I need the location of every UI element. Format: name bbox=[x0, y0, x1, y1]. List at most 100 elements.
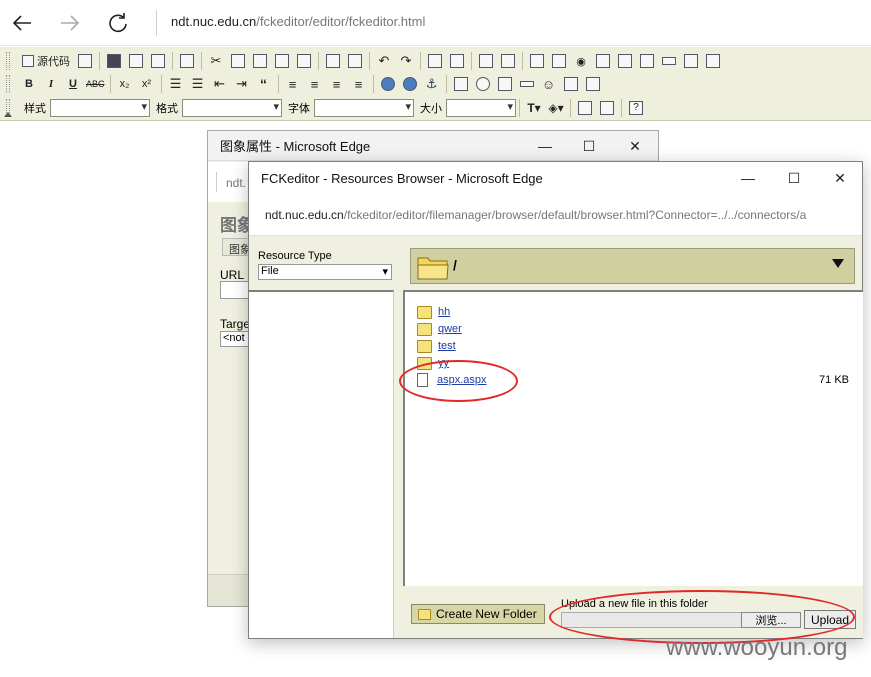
radio-button[interactable]: ◉ bbox=[570, 51, 592, 71]
smiley-button[interactable]: ☺ bbox=[538, 74, 560, 94]
paste-text-button[interactable] bbox=[271, 51, 293, 71]
table-icon bbox=[497, 77, 512, 91]
address-bar[interactable]: ndt.nuc.edu.cn/fckeditor/editor/fckedito… bbox=[171, 14, 425, 29]
toolbar-separator bbox=[621, 99, 622, 117]
select-all-button[interactable] bbox=[475, 51, 497, 71]
subscript-button[interactable]: x₂ bbox=[114, 74, 136, 94]
horizontal-rule-icon bbox=[519, 81, 534, 87]
style-select[interactable] bbox=[50, 99, 150, 117]
align-right-button[interactable]: ≡ bbox=[326, 74, 348, 94]
link-button[interactable] bbox=[377, 74, 399, 94]
close-icon[interactable]: ✕ bbox=[817, 163, 863, 193]
forward-icon[interactable] bbox=[57, 10, 83, 36]
copy-button[interactable] bbox=[227, 51, 249, 71]
image-icon bbox=[453, 77, 468, 91]
special-char-button[interactable] bbox=[560, 74, 582, 94]
form-button[interactable] bbox=[526, 51, 548, 71]
spellcheck-icon bbox=[348, 54, 362, 68]
resource-type-select[interactable]: File bbox=[258, 264, 392, 280]
paste-button[interactable] bbox=[249, 51, 271, 71]
new-page-button[interactable] bbox=[125, 51, 147, 71]
select-field-button[interactable] bbox=[636, 51, 658, 71]
minimize-icon[interactable]: — bbox=[522, 131, 568, 161]
preview-button[interactable] bbox=[147, 51, 169, 71]
table-button[interactable] bbox=[494, 74, 516, 94]
list-item[interactable]: qwer bbox=[417, 321, 857, 337]
about-button[interactable]: ? bbox=[625, 98, 647, 118]
bold-button[interactable]: B bbox=[18, 74, 40, 94]
font-select[interactable] bbox=[314, 99, 414, 117]
undo-button[interactable]: ↶ bbox=[373, 51, 395, 71]
hidden-field-button[interactable] bbox=[702, 51, 724, 71]
minimize-icon[interactable]: — bbox=[725, 163, 771, 193]
superscript-button[interactable]: x² bbox=[136, 74, 158, 94]
strike-button[interactable]: ABC bbox=[84, 74, 107, 94]
horizontal-rule-button[interactable] bbox=[516, 74, 538, 94]
target-select[interactable]: <not bbox=[220, 331, 250, 347]
text-color-button[interactable]: T▾ bbox=[523, 98, 545, 118]
browser-bar: ndt.nuc.edu.cn/fckeditor/editor/fckedito… bbox=[0, 0, 871, 46]
toolbar-row-2: B I U ABC x₂ x² ☰ ☰ ⇤ ⇥ “ ≡ ≡ ≡ ≡ ⚓ ☺ bbox=[18, 73, 604, 95]
list-item[interactable]: test bbox=[417, 338, 857, 354]
source-button[interactable]: 源代码 bbox=[18, 51, 74, 71]
align-justify-button[interactable]: ≡ bbox=[348, 74, 370, 94]
list-item[interactable]: hh bbox=[417, 304, 857, 320]
remove-format-button[interactable] bbox=[497, 51, 519, 71]
paste-word-button[interactable] bbox=[293, 51, 315, 71]
italic-button[interactable]: I bbox=[40, 74, 62, 94]
folder-dropdown-icon[interactable] bbox=[832, 259, 844, 268]
unordered-list-button[interactable]: ☰ bbox=[187, 74, 209, 94]
ordered-list-button[interactable]: ☰ bbox=[165, 74, 187, 94]
underline-button[interactable]: U bbox=[62, 74, 84, 94]
image-button-button[interactable] bbox=[680, 51, 702, 71]
cut-button[interactable]: ✂ bbox=[205, 51, 227, 71]
folder-link[interactable]: hh bbox=[438, 306, 450, 318]
anchor-button[interactable]: ⚓ bbox=[421, 74, 443, 94]
find-button[interactable] bbox=[424, 51, 446, 71]
fit-window-button[interactable] bbox=[574, 98, 596, 118]
create-folder-button[interactable]: Create New Folder bbox=[411, 604, 545, 624]
outdent-button[interactable]: ⇤ bbox=[209, 74, 231, 94]
toolbar-grip[interactable] bbox=[6, 52, 10, 70]
folder-link[interactable]: test bbox=[438, 340, 456, 352]
checkbox-icon bbox=[552, 54, 566, 68]
save-button[interactable] bbox=[103, 51, 125, 71]
redo-button[interactable]: ↷ bbox=[395, 51, 417, 71]
unlink-button[interactable] bbox=[399, 74, 421, 94]
maximize-icon[interactable]: ☐ bbox=[771, 163, 817, 193]
size-select[interactable] bbox=[446, 99, 516, 117]
toolbar-separator bbox=[420, 52, 421, 70]
textfield-button[interactable] bbox=[592, 51, 614, 71]
url-input[interactable] bbox=[220, 281, 250, 299]
page-break-button[interactable] bbox=[582, 74, 604, 94]
spellcheck-button[interactable] bbox=[344, 51, 366, 71]
show-blocks-button[interactable] bbox=[596, 98, 618, 118]
folder-link[interactable]: qwer bbox=[438, 323, 462, 335]
current-folder-bar[interactable]: / bbox=[410, 248, 855, 284]
print-button[interactable] bbox=[322, 51, 344, 71]
resources-address-bar[interactable]: ndt.nuc.edu.cn/fckeditor/editor/filemana… bbox=[249, 194, 862, 236]
bg-color-button[interactable]: ◈▾ bbox=[545, 98, 567, 118]
doc-props-button[interactable] bbox=[74, 51, 96, 71]
align-center-button[interactable]: ≡ bbox=[304, 74, 326, 94]
copy-icon bbox=[231, 54, 245, 68]
flash-button[interactable] bbox=[472, 74, 494, 94]
replace-button[interactable] bbox=[446, 51, 468, 71]
checkbox-button[interactable] bbox=[548, 51, 570, 71]
templates-button[interactable] bbox=[176, 51, 198, 71]
fit-window-icon bbox=[578, 101, 592, 115]
format-select[interactable] bbox=[182, 99, 282, 117]
toolbar-separator bbox=[522, 52, 523, 70]
button-field-button[interactable] bbox=[658, 51, 680, 71]
toolbar-collapse-icon[interactable] bbox=[4, 112, 12, 117]
close-icon[interactable]: ✕ bbox=[612, 131, 658, 161]
refresh-icon[interactable] bbox=[105, 10, 131, 36]
align-left-button[interactable]: ≡ bbox=[282, 74, 304, 94]
textarea-button[interactable] bbox=[614, 51, 636, 71]
maximize-icon[interactable]: ☐ bbox=[566, 131, 612, 161]
image-button[interactable] bbox=[450, 74, 472, 94]
toolbar-grip[interactable] bbox=[6, 75, 10, 93]
indent-button[interactable]: ⇥ bbox=[231, 74, 253, 94]
blockquote-button[interactable]: “ bbox=[253, 74, 275, 94]
back-icon[interactable] bbox=[9, 10, 35, 36]
